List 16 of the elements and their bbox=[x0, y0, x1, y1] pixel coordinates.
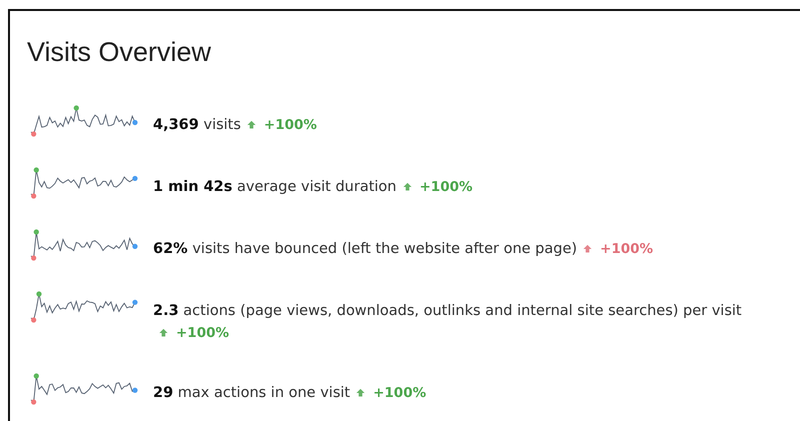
metric-text: 2.3 actions (page views, downloads, outlinks and internal site searches) per visit bbox=[153, 303, 742, 319]
metric-text: 4,369 visits bbox=[153, 117, 241, 133]
metric-text: 29 max actions in one visit bbox=[153, 385, 350, 401]
widget-title: Visits Overview bbox=[27, 37, 212, 68]
change-percentage: +100% bbox=[420, 179, 473, 195]
metric-text: 1 min 42s average visit duration bbox=[153, 179, 396, 195]
metric-text: 62% visits have bounced (left the website after one page) bbox=[153, 241, 578, 257]
up-arrow-icon bbox=[402, 182, 412, 191]
change-percentage: +100% bbox=[176, 325, 230, 341]
up-arrow-icon bbox=[159, 328, 168, 337]
change-percentage: +100% bbox=[264, 117, 317, 133]
change-percentage: +100% bbox=[600, 241, 654, 257]
change-percentage: +100% bbox=[373, 385, 426, 401]
up-arrow-icon bbox=[246, 120, 256, 129]
up-arrow-icon bbox=[583, 244, 592, 253]
up-arrow-icon bbox=[356, 388, 366, 397]
